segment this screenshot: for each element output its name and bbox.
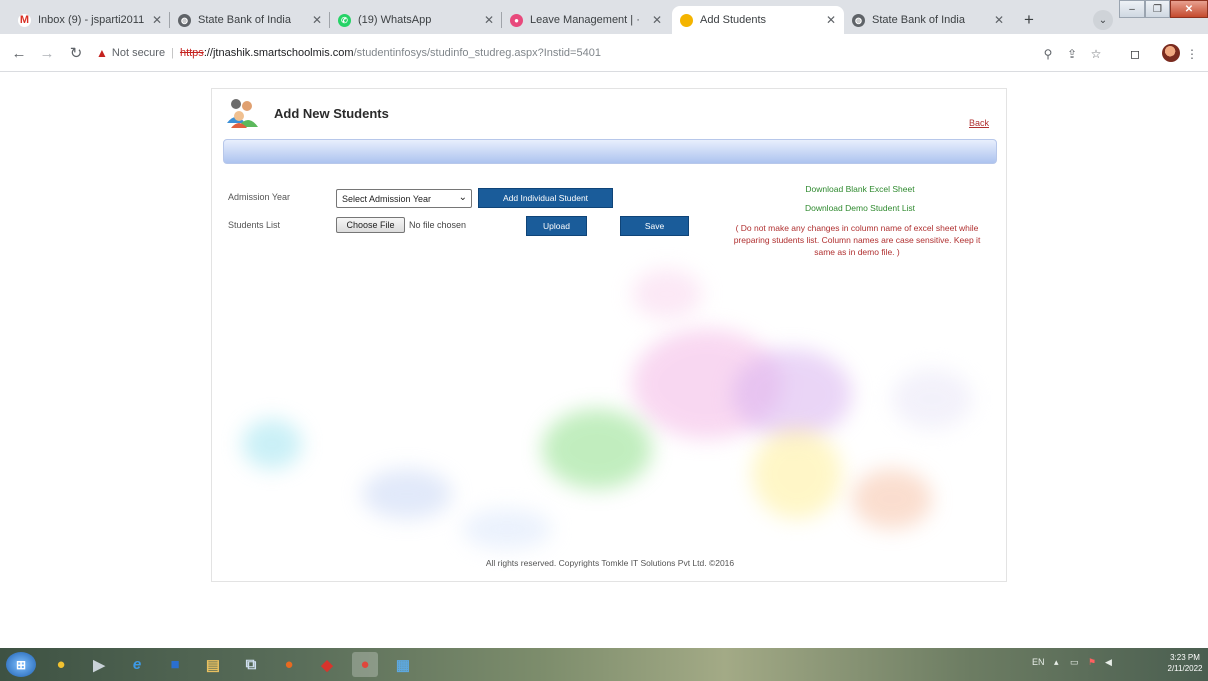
upload-button[interactable]: Upload xyxy=(526,216,587,236)
maximize-button[interactable]: ❐ xyxy=(1145,0,1170,18)
header-gradient-bar xyxy=(223,139,997,164)
tab-add-students[interactable]: Add Students ✕ xyxy=(672,6,844,34)
profile-avatar[interactable] xyxy=(1162,44,1180,62)
acrobat-icon[interactable]: ◆ xyxy=(314,652,340,677)
back-link[interactable]: Back xyxy=(969,118,989,128)
students-list-label: Students List xyxy=(228,220,281,230)
whatsapp-icon: ✆ xyxy=(338,13,351,27)
chrome-icon[interactable]: ● xyxy=(48,652,74,677)
admission-year-select[interactable]: Select Admission Year ⌄ xyxy=(336,189,472,208)
add-students-panel: Add New Students Back Admission Year Sel… xyxy=(211,88,1007,582)
volume-icon[interactable]: ◀ xyxy=(1105,657,1112,668)
tab-whatsapp[interactable]: ✆ (19) WhatsApp ✕ xyxy=(330,6,502,34)
forward-arrow-icon[interactable]: → xyxy=(38,44,56,62)
close-tab-icon[interactable]: ✕ xyxy=(826,13,836,27)
bookmark-star-icon[interactable]: ☆ xyxy=(1088,46,1104,62)
firefox-icon[interactable]: ● xyxy=(276,652,302,677)
no-file-chosen-text: No file chosen xyxy=(409,220,467,230)
taskbar-clock[interactable]: 3:23 PM 2/11/2022 xyxy=(1166,652,1204,674)
close-tab-icon[interactable]: ✕ xyxy=(994,13,1004,27)
save-button[interactable]: Save xyxy=(620,216,689,236)
close-tab-icon[interactable]: ✕ xyxy=(312,13,322,27)
outlook-icon[interactable]: ■ xyxy=(162,652,188,677)
windows-taskbar: ⊞ ● ▶ e ■ ▤ ⧉ ● ◆ ● ▦ EN ▴ ▭ ⚑ ◀ 3:23 PM… xyxy=(0,648,1208,681)
page-title: Add New Students xyxy=(274,106,389,121)
new-tab-button[interactable]: + xyxy=(1018,9,1040,31)
students-group-icon xyxy=(227,99,258,128)
warning-triangle-icon: ▲ xyxy=(96,46,108,60)
start-orb-icon[interactable]: ⊞ xyxy=(6,652,36,677)
menu-kebab-icon[interactable]: ⋮ xyxy=(1184,46,1200,62)
copyright-footer: All rights reserved. Copyrights Tomkle I… xyxy=(485,558,735,568)
gmail-icon: M xyxy=(18,13,31,27)
browser-toolbar: ← → ↻ ▲ Not secure | https://jtnashik.sm… xyxy=(0,34,1208,72)
tab-leave-management[interactable]: ● Leave Management | · ✕ xyxy=(502,6,670,34)
back-arrow-icon[interactable]: ← xyxy=(10,44,28,62)
globe-icon: ◍ xyxy=(852,13,865,27)
reload-icon[interactable]: ↻ xyxy=(67,44,85,62)
add-individual-student-button[interactable]: Add Individual Student xyxy=(478,188,613,208)
flag-tray-icon[interactable]: ⚑ xyxy=(1088,657,1096,668)
download-blank-excel-link[interactable]: Download Blank Excel Sheet xyxy=(740,184,980,194)
zoom-icon[interactable]: ⚲ xyxy=(1040,46,1056,62)
share-icon[interactable]: ⇪ xyxy=(1064,46,1080,62)
address-bar[interactable]: ▲ Not secure | https://jtnashik.smartsch… xyxy=(96,40,1026,66)
close-window-button[interactable]: ✕ xyxy=(1170,0,1208,18)
close-tab-icon[interactable]: ✕ xyxy=(652,13,662,27)
browser-tab-strip: M Inbox (9) - jsparti2011 ✕ ◍ State Bank… xyxy=(0,0,1208,34)
close-tab-icon[interactable]: ✕ xyxy=(484,13,494,27)
admission-year-label: Admission Year xyxy=(228,192,291,202)
minimize-button[interactable]: – xyxy=(1119,0,1145,18)
download-demo-list-link[interactable]: Download Demo Student List xyxy=(740,203,980,213)
choose-file-button[interactable]: Choose File xyxy=(336,217,405,233)
tab-gmail[interactable]: M Inbox (9) - jsparti2011 ✕ xyxy=(10,6,170,34)
side-panel-icon[interactable]: ◻ xyxy=(1127,46,1143,62)
tray-expand-icon[interactable]: ▴ xyxy=(1054,657,1059,668)
close-tab-icon[interactable]: ✕ xyxy=(152,13,162,27)
window-controls: – ❐ ✕ xyxy=(1119,0,1208,18)
network-tray-icon[interactable]: ▭ xyxy=(1070,657,1079,668)
tab-search-chevron-icon[interactable]: ⌄ xyxy=(1093,10,1113,30)
tab-sbi-2[interactable]: ◍ State Bank of India ✕ xyxy=(844,6,1012,34)
file-explorer-icon[interactable]: ▤ xyxy=(200,652,226,677)
tab-sbi-1[interactable]: ◍ State Bank of India ✕ xyxy=(170,6,330,34)
internet-explorer-icon[interactable]: e xyxy=(124,652,150,677)
app-icon: ● xyxy=(510,13,523,27)
control-panel-icon[interactable]: ▦ xyxy=(390,652,416,677)
loading-icon xyxy=(680,13,693,27)
language-indicator[interactable]: EN xyxy=(1032,657,1045,667)
chevron-down-icon: ⌄ xyxy=(458,192,467,203)
chrome-active-icon[interactable]: ● xyxy=(352,652,378,677)
network-icon[interactable]: ⧉ xyxy=(238,652,264,677)
media-player-icon[interactable]: ▶ xyxy=(86,652,112,677)
globe-icon: ◍ xyxy=(178,13,191,27)
excel-instructions-note: ( Do not make any changes in column name… xyxy=(733,223,981,257)
